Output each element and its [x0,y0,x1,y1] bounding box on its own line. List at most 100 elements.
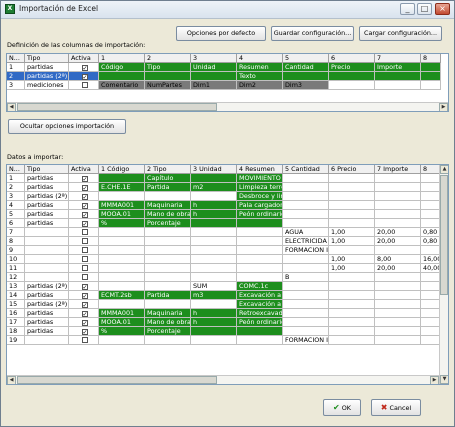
table-cell[interactable] [237,327,283,336]
row-number-cell[interactable]: 17 [7,318,25,327]
row-number-cell[interactable]: 3 [7,81,25,90]
column-header[interactable]: Activa [69,54,99,63]
row-number-cell[interactable]: 16 [7,309,25,318]
table-cell[interactable]: ELECTRICIDA [283,237,329,246]
table-cell[interactable] [375,219,421,228]
type-cell[interactable]: partidas [25,174,69,183]
table-cell[interactable] [421,201,441,210]
table-cell[interactable]: FORMACION I [283,246,329,255]
table-cell[interactable] [283,300,329,309]
table-cell[interactable]: 1,00 [329,228,375,237]
row-number-cell[interactable]: 8 [7,237,25,246]
table-cell[interactable] [99,255,145,264]
table-cell[interactable]: 0,80 [421,228,441,237]
type-cell[interactable] [25,237,69,246]
table-cell[interactable] [237,255,283,264]
table-cell[interactable] [191,255,237,264]
row-number-cell[interactable]: 3 [7,192,25,201]
type-cell[interactable]: partidas (2ª) [25,300,69,309]
table-cell[interactable] [421,63,441,72]
column-header[interactable]: N... [7,165,25,174]
table-cell[interactable] [329,210,375,219]
row-number-cell[interactable]: 9 [7,246,25,255]
table-cell[interactable]: Peón ordinario [237,210,283,219]
type-cell[interactable]: partidas [25,327,69,336]
table-cell[interactable] [191,264,237,273]
table-cell[interactable] [375,309,421,318]
scroll-right-arrow-icon[interactable]: ▶ [430,376,439,384]
table-cell[interactable]: Dim1 [191,81,237,90]
type-cell[interactable]: partidas [25,210,69,219]
table-cell[interactable] [283,192,329,201]
table-cell[interactable]: Unidad [191,63,237,72]
table-cell[interactable]: Desbroce y lim [237,192,283,201]
active-checkbox[interactable] [81,256,88,262]
column-header[interactable]: 1 [99,54,145,63]
table-cell[interactable] [375,72,421,81]
import-grid[interactable]: N... Tipo Activa 1 Código 2 Tipo 3 Unidad 4 Re… [6,164,449,385]
table-cell[interactable] [145,282,191,291]
maximize-button[interactable]: □ [417,3,432,15]
row-number-cell[interactable]: 1 [7,63,25,72]
table-cell[interactable]: Cantidad [283,63,329,72]
horizontal-scrollbar[interactable]: ◀ ▶ [7,375,439,384]
row-number-cell[interactable]: 2 [7,72,25,81]
active-checkbox[interactable] [81,82,88,88]
active-checkbox[interactable] [81,274,88,280]
horizontal-scroll-thumb[interactable] [17,103,217,111]
active-checkbox[interactable]: ✓ [81,221,88,227]
table-cell[interactable] [99,246,145,255]
table-cell[interactable] [145,72,191,81]
table-cell[interactable] [329,219,375,228]
scroll-left-arrow-icon[interactable]: ◀ [7,376,16,384]
table-cell[interactable]: 16,00 [421,255,441,264]
table-cell[interactable]: MMMA001 [99,309,145,318]
table-cell[interactable] [145,228,191,237]
table-cell[interactable] [237,228,283,237]
table-cell[interactable] [145,264,191,273]
table-cell[interactable]: % [99,219,145,228]
table-cell[interactable] [329,174,375,183]
active-cell[interactable]: ✓ [69,282,99,291]
type-cell[interactable]: partidas [25,318,69,327]
table-cell[interactable]: Capítulo [145,174,191,183]
table-cell[interactable]: MOOA.01 [99,210,145,219]
table-cell[interactable] [421,192,441,201]
table-cell[interactable] [237,273,283,282]
row-number-cell[interactable]: 10 [7,255,25,264]
table-cell[interactable] [329,192,375,201]
table-cell[interactable]: h [191,201,237,210]
row-number-cell[interactable]: 18 [7,327,25,336]
column-header[interactable]: 7 Importe [375,165,421,174]
load-config-button[interactable]: Cargar configuración... [359,26,442,41]
table-cell[interactable] [283,255,329,264]
table-cell[interactable] [421,183,441,192]
column-header[interactable]: 3 Unidad [191,165,237,174]
type-cell[interactable] [25,273,69,282]
table-cell[interactable]: Excavación a c [237,291,283,300]
column-header[interactable]: 3 [191,54,237,63]
table-cell[interactable]: Resumen [237,63,283,72]
table-cell[interactable] [99,228,145,237]
table-cell[interactable]: AGUA [283,228,329,237]
active-cell[interactable]: ✓ [69,192,99,201]
column-header[interactable]: 2 Tipo [145,165,191,174]
table-cell[interactable] [99,336,145,345]
table-cell[interactable]: Mano de obra [145,210,191,219]
row-number-cell[interactable]: 14 [7,291,25,300]
active-checkbox[interactable]: ✓ [81,65,88,71]
table-cell[interactable] [99,264,145,273]
table-cell[interactable]: Tipo [145,63,191,72]
table-cell[interactable] [375,210,421,219]
row-number-cell[interactable]: 11 [7,264,25,273]
cancel-button[interactable]: ✖ Cancel [371,399,421,416]
table-cell[interactable]: Peón ordinario [237,318,283,327]
table-cell[interactable]: h [191,309,237,318]
table-cell[interactable] [421,219,441,228]
table-cell[interactable]: m3 [191,291,237,300]
column-header[interactable]: 2 [145,54,191,63]
active-checkbox[interactable]: ✓ [81,185,88,191]
table-cell[interactable]: 1,00 [329,264,375,273]
table-cell[interactable] [375,273,421,282]
type-cell[interactable] [25,264,69,273]
